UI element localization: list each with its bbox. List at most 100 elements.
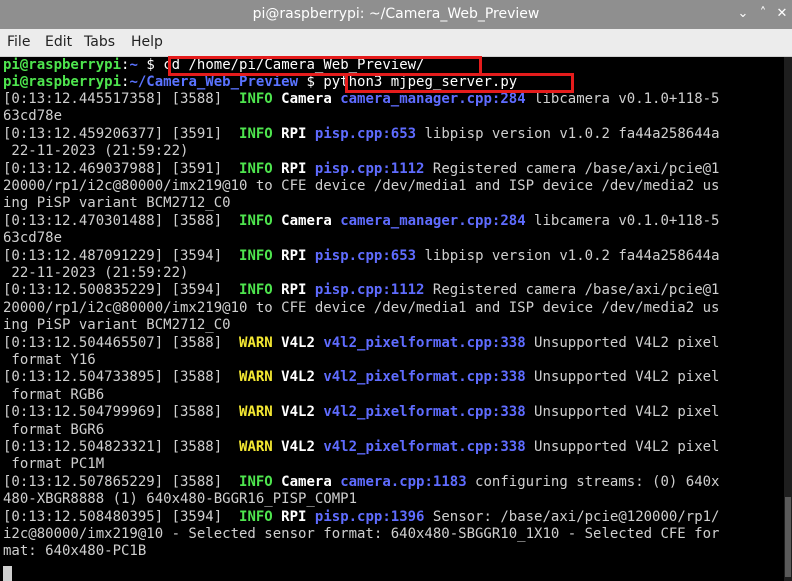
log-timestamp: [0:13:12.487091229] [3594] [3, 247, 240, 264]
window-titlebar[interactable]: pi@raspberrypi: ~/Camera_Web_Preview ⌄ ˄… [0, 0, 792, 29]
log-level: INFO [239, 212, 273, 229]
log-line: [0:13:12.500835229] [3594] INFO RPI pisp… [3, 282, 720, 299]
log-category: V4L2 [281, 439, 315, 455]
log-timestamp: [0:13:12.504733895] [3588] [3, 369, 240, 386]
log-level: INFO [239, 473, 273, 490]
log-level: INFO [239, 125, 273, 142]
log-timestamp: [0:13:12.504823321] [3588] [3, 439, 240, 455]
log-category: RPI [281, 125, 307, 142]
log-continuation: 22-11-2023 (21:59:22) [3, 143, 189, 160]
log-source: camera_manager.cpp:284 [340, 91, 526, 107]
log-level: WARN [239, 369, 273, 386]
log-category: RPI [281, 282, 307, 299]
log-continuation: ing PiSP variant BCM2712_C0 [3, 317, 231, 334]
log-level: INFO [239, 91, 273, 107]
close-icon[interactable]: ✕ [774, 6, 790, 21]
log-continuation: 63cd78e [3, 108, 63, 125]
log-source: pisp.cpp:1396 [314, 508, 425, 525]
log-message: libpisp version v1.0.2 fa44a258644a [416, 247, 720, 264]
menu-bar: File Edit Tabs Help [0, 29, 792, 57]
log-message: libpisp version v1.0.2 fa44a258644a [416, 125, 720, 142]
highlight-box-python-command [345, 73, 574, 93]
log-message: Registered camera /base/axi/pcie@1 [424, 282, 720, 299]
menu-help[interactable]: Help [131, 34, 163, 50]
log-line: [0:13:12.470301488] [3588] INFO Camera c… [3, 213, 720, 230]
log-continuation: format PC1M [3, 456, 105, 473]
log-message: Unsupported V4L2 pixel [525, 369, 720, 386]
log-continuation: 480-XBGR8888 (1) 640x480-BGGR16_PISP_COM… [3, 491, 358, 508]
log-line: [0:13:12.504733895] [3588] WARN V4L2 v4l… [3, 369, 720, 386]
log-source: pisp.cpp:653 [314, 247, 417, 264]
log-line: format BGR6 [3, 422, 104, 439]
log-level: INFO [239, 508, 273, 525]
log-line: 63cd78e [3, 230, 62, 247]
log-message: configuring streams: (0) 640x [466, 473, 720, 490]
log-timestamp: [0:13:12.470301488] [3588] [3, 212, 240, 229]
log-continuation: ing PiSP variant BCM2712_C0 [3, 195, 231, 212]
log-line: format Y16 [3, 352, 96, 369]
log-level: WARN [239, 404, 273, 421]
log-source: v4l2_pixelformat.cpp:338 [323, 404, 526, 421]
log-line: [0:13:12.508480395] [3594] INFO RPI pisp… [3, 509, 720, 526]
log-level: WARN [239, 439, 273, 455]
log-category: V4L2 [281, 334, 315, 351]
maximize-icon[interactable]: ˄ [755, 6, 771, 21]
log-message: Unsupported V4L2 pixel [525, 334, 720, 351]
log-category: Camera [281, 473, 332, 490]
log-line: 480-XBGR8888 (1) 640x480-BGGR16_PISP_COM… [3, 491, 357, 508]
log-message: libcamera v0.1.0+118-5 [525, 212, 720, 229]
terminal-cursor [3, 566, 12, 581]
log-message: Sensor: /base/axi/pcie@120000/rp1/ [424, 508, 720, 525]
scrollbar[interactable] [784, 57, 792, 581]
log-line: format RGB6 [3, 387, 104, 404]
log-line: ing PiSP variant BCM2712_C0 [3, 195, 231, 212]
log-continuation: 63cd78e [3, 230, 63, 247]
log-timestamp: [0:13:12.507865229] [3588] [3, 473, 240, 490]
prompt-symbol: $ [137, 57, 164, 73]
log-source: camera.cpp:1183 [340, 473, 467, 490]
menu-file[interactable]: File [7, 34, 30, 50]
log-source: pisp.cpp:1112 [314, 160, 425, 177]
log-category: Camera [281, 91, 332, 107]
log-line: [0:13:12.504465507] [3588] WARN V4L2 v4l… [3, 335, 720, 352]
log-line: [0:13:12.487091229] [3594] INFO RPI pisp… [3, 248, 720, 265]
log-source: v4l2_pixelformat.cpp:338 [323, 369, 526, 386]
log-line: 20000/rp1/i2c@80000/imx219@10 to CFE dev… [3, 300, 719, 317]
menu-tabs[interactable]: Tabs [84, 34, 115, 50]
log-message: Unsupported V4L2 pixel [525, 404, 720, 421]
log-category: RPI [281, 160, 307, 177]
prompt-symbol: $ [298, 74, 324, 90]
menu-edit[interactable]: Edit [45, 34, 72, 50]
scrollbar-thumb[interactable] [785, 497, 791, 577]
log-level: INFO [239, 282, 273, 299]
log-message: Registered camera /base/axi/pcie@1 [424, 160, 720, 177]
log-continuation: format Y16 [3, 352, 96, 368]
prompt-path: ~/Camera_Web_Preview [129, 74, 299, 90]
log-line: [0:13:12.459206377] [3591] INFO RPI pisp… [3, 126, 720, 143]
log-timestamp: [0:13:12.508480395] [3594] [3, 508, 240, 525]
log-line: format PC1M [3, 456, 104, 473]
log-timestamp: [0:13:12.500835229] [3594] [3, 282, 240, 299]
log-continuation: 20000/rp1/i2c@80000/imx219@10 to CFE dev… [3, 178, 720, 194]
log-category: V4L2 [281, 404, 315, 421]
log-timestamp: [0:13:12.504799969] [3588] [3, 404, 240, 421]
minimize-icon[interactable]: ⌄ [735, 6, 751, 21]
log-continuation: i2c@80000/imx219@10 - Selected sensor fo… [3, 526, 720, 542]
log-line: [0:13:12.507865229] [3588] INFO Camera c… [3, 474, 720, 491]
log-message: Unsupported V4L2 pixel [525, 439, 720, 455]
log-level: INFO [239, 160, 273, 177]
log-line: [0:13:12.504799969] [3588] WARN V4L2 v4l… [3, 404, 720, 421]
prompt-user: pi@raspberrypi [3, 57, 122, 73]
window-title: pi@raspberrypi: ~/Camera_Web_Preview [252, 6, 540, 22]
log-line: 22-11-2023 (21:59:22) [3, 143, 188, 160]
log-line: [0:13:12.445517358] [3588] INFO Camera c… [3, 91, 720, 108]
log-timestamp: [0:13:12.469037988] [3591] [3, 160, 240, 177]
prompt-user: pi@raspberrypi [3, 74, 122, 90]
log-continuation: mat: 640x480-PC1B [3, 543, 147, 560]
log-line: 20000/rp1/i2c@80000/imx219@10 to CFE dev… [3, 178, 719, 195]
log-continuation: 20000/rp1/i2c@80000/imx219@10 to CFE dev… [3, 299, 720, 316]
log-line: [0:13:12.504823321] [3588] WARN V4L2 v4l… [3, 439, 720, 456]
log-category: Camera [281, 212, 332, 229]
log-source: pisp.cpp:653 [314, 125, 417, 142]
log-line: 63cd78e [3, 108, 62, 125]
